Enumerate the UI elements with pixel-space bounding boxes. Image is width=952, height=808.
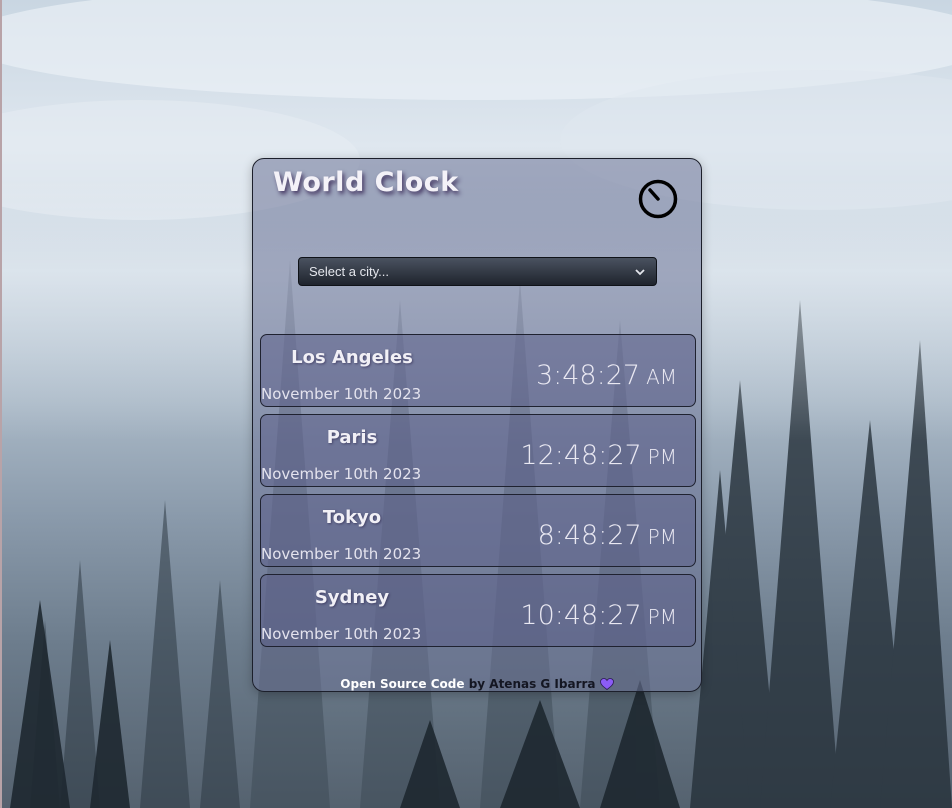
city-date: November 10th 2023 bbox=[261, 385, 422, 403]
footer: Open Source Code by Atenas G Ibarra bbox=[253, 677, 701, 691]
time-value: 12:48:27 bbox=[520, 440, 642, 471]
city-select[interactable]: Select a city... bbox=[298, 257, 657, 286]
app-title: World Clock bbox=[273, 167, 459, 198]
world-clock-card: World Clock Select a city... Los Angeles… bbox=[252, 158, 702, 692]
city-time: 3:48:27 AM bbox=[536, 360, 677, 391]
city-time: 8:48:27 PM bbox=[538, 520, 677, 551]
source-code-link[interactable]: Open Source Code bbox=[340, 677, 464, 691]
city-name: Tokyo bbox=[322, 507, 382, 528]
city-date: November 10th 2023 bbox=[261, 465, 422, 483]
city-date: November 10th 2023 bbox=[261, 625, 422, 643]
time-value: 8:48:27 bbox=[537, 520, 642, 551]
time-ampm: AM bbox=[646, 365, 677, 389]
city-time: 12:48:27 PM bbox=[520, 440, 677, 471]
chevron-down-icon bbox=[635, 268, 645, 275]
city-row-tokyo: Tokyo November 10th 2023 8:48:27 PM bbox=[260, 494, 696, 567]
city-time: 10:48:27 PM bbox=[520, 600, 677, 631]
author-credit: by Atenas G Ibarra bbox=[464, 677, 600, 691]
time-ampm: PM bbox=[647, 445, 677, 469]
city-date: November 10th 2023 bbox=[261, 545, 422, 563]
city-name: Paris bbox=[326, 427, 378, 448]
city-select-placeholder: Select a city... bbox=[309, 264, 389, 279]
time-value: 3:48:27 bbox=[535, 360, 641, 391]
city-row-paris: Paris November 10th 2023 12:48:27 PM bbox=[260, 414, 696, 487]
time-ampm: PM bbox=[647, 605, 677, 629]
city-row-los-angeles: Los Angeles November 10th 2023 3:48:27 AM bbox=[260, 334, 696, 407]
city-name: Los Angeles bbox=[291, 347, 413, 368]
time-value: 10:48:27 bbox=[520, 600, 642, 631]
heart-icon bbox=[599, 678, 614, 690]
city-row-sydney: Sydney November 10th 2023 10:48:27 PM bbox=[260, 574, 696, 647]
time-ampm: PM bbox=[647, 525, 677, 549]
city-name: Sydney bbox=[314, 587, 390, 608]
clock-icon bbox=[638, 179, 678, 219]
